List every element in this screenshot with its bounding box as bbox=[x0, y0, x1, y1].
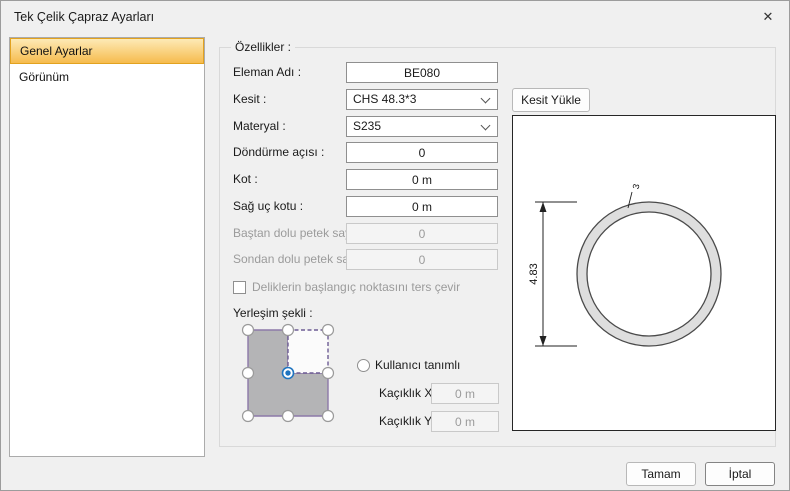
sag-uc-kotu-label: Sağ uç kotu : bbox=[233, 199, 304, 213]
sidebar-item-gorunum[interactable]: Görünüm bbox=[10, 64, 204, 90]
chs-section-drawing: 4.83 3 bbox=[528, 183, 722, 347]
kesit-label: Kesit : bbox=[233, 92, 267, 106]
placement-radio-center-dot bbox=[285, 370, 291, 376]
placement-radio-bottom-left[interactable] bbox=[241, 409, 255, 423]
dimension-text: 4.83 bbox=[528, 263, 540, 284]
groupbox-title: Özellikler : bbox=[231, 40, 296, 54]
thickness-text: 3 bbox=[631, 183, 642, 190]
materyal-combobox[interactable]: S235 bbox=[346, 116, 498, 137]
tamam-button[interactable]: Tamam bbox=[626, 462, 696, 486]
dimension-arrow-up bbox=[539, 202, 547, 212]
materyal-selected-value: S235 bbox=[353, 119, 382, 133]
dondurme-acisi-label: Döndürme açısı : bbox=[233, 145, 325, 159]
iptal-button[interactable]: İptal bbox=[705, 462, 775, 486]
chevron-down-icon bbox=[480, 120, 491, 131]
dialog-tek-celik-capraz-ayarlari: Tek Çelik Çapraz Ayarları ✕ Genel Ayarla… bbox=[0, 0, 790, 491]
kesit-combobox[interactable]: CHS 48.3*3 bbox=[346, 89, 498, 110]
placement-radio-top-left[interactable] bbox=[241, 323, 255, 337]
placement-radio-top-center[interactable] bbox=[281, 323, 295, 337]
placement-radio-bottom-center[interactable] bbox=[281, 409, 295, 423]
kot-input[interactable] bbox=[346, 169, 498, 190]
kesit-selected-value: CHS 48.3*3 bbox=[353, 92, 417, 106]
kacik-x-input bbox=[431, 383, 499, 404]
ters-cevir-checkbox[interactable] bbox=[233, 281, 246, 294]
placement-shape-picker[interactable] bbox=[237, 321, 339, 425]
sondan-petek-input bbox=[346, 249, 498, 270]
sidebar-item-genel-ayarlar[interactable]: Genel Ayarlar bbox=[10, 38, 204, 64]
placement-radio-top-right[interactable] bbox=[321, 323, 335, 337]
dimension-arrow-down bbox=[539, 336, 547, 346]
chs-inner-circle bbox=[586, 211, 712, 337]
close-icon[interactable]: ✕ bbox=[757, 6, 779, 28]
kot-label: Kot : bbox=[233, 172, 258, 186]
kacik-y-label: Kaçıklık Y : bbox=[379, 414, 439, 428]
kullanici-tanimli-label: Kullanıcı tanımlı bbox=[375, 358, 461, 372]
bastan-petek-input bbox=[346, 223, 498, 244]
materyal-label: Materyal : bbox=[233, 119, 286, 133]
eleman-adi-input[interactable] bbox=[346, 62, 498, 83]
sag-uc-kotu-input[interactable] bbox=[346, 196, 498, 217]
placement-radio-middle-right[interactable] bbox=[321, 366, 335, 380]
placement-radio-bottom-right[interactable] bbox=[321, 409, 335, 423]
eleman-adi-label: Eleman Adı : bbox=[233, 65, 302, 79]
window-title: Tek Çelik Çapraz Ayarları bbox=[14, 10, 155, 24]
kullanici-tanimli-radio[interactable] bbox=[357, 359, 370, 372]
placement-dashed-outline bbox=[287, 329, 329, 374]
ters-cevir-label: Deliklerin başlangıç noktasını ters çevi… bbox=[252, 280, 461, 294]
kacik-y-input bbox=[431, 411, 499, 432]
chevron-down-icon bbox=[480, 93, 491, 104]
kesit-yukle-button[interactable]: Kesit Yükle bbox=[512, 88, 590, 112]
sidebar: Genel Ayarlar Görünüm bbox=[9, 37, 205, 457]
section-preview: 4.83 3 bbox=[512, 115, 776, 431]
placement-radio-middle-left[interactable] bbox=[241, 366, 255, 380]
dondurme-acisi-input[interactable] bbox=[346, 142, 498, 163]
titlebar: Tek Çelik Çapraz Ayarları ✕ bbox=[1, 1, 789, 33]
